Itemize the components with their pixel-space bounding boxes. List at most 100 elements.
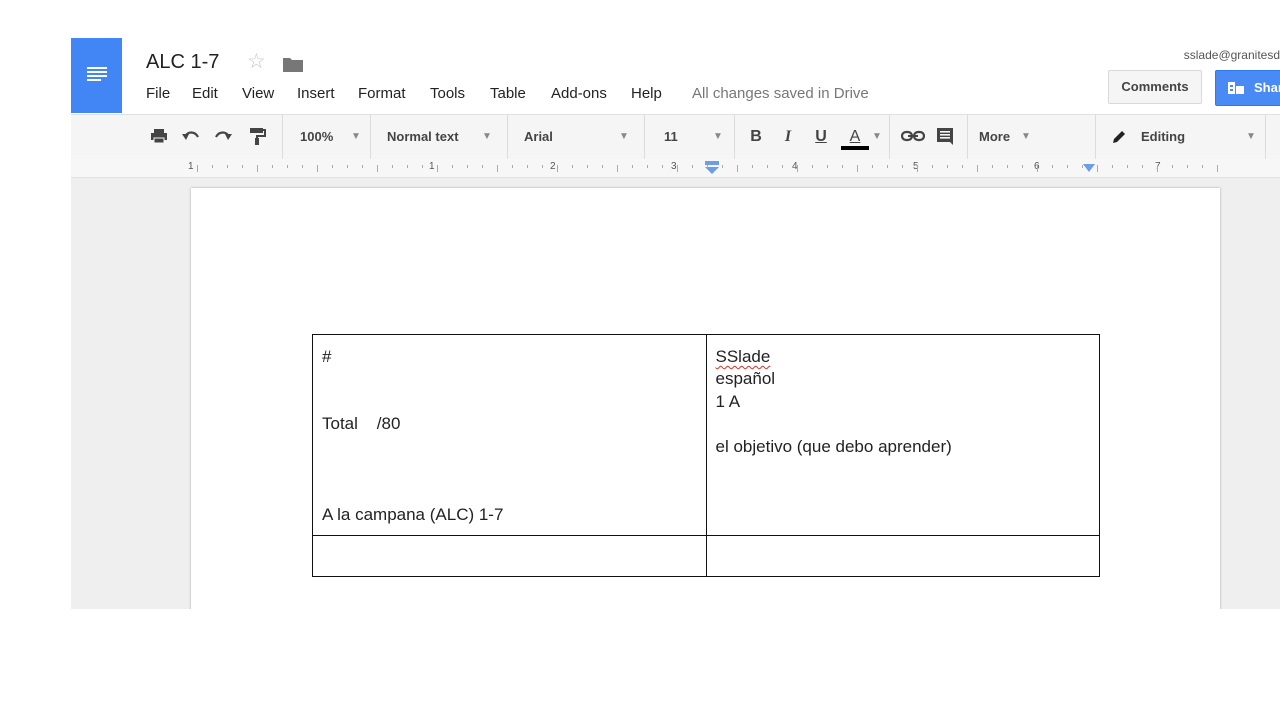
save-status[interactable]: All changes saved in Drive bbox=[692, 85, 869, 102]
ruler-tick bbox=[572, 165, 573, 168]
font-size-value: 11 bbox=[664, 129, 678, 144]
style-select[interactable]: Normal text ▼ bbox=[387, 115, 497, 159]
paint-format-icon[interactable] bbox=[247, 125, 267, 147]
chevron-down-icon: ▼ bbox=[1246, 131, 1256, 142]
text-color-label: A bbox=[849, 128, 861, 145]
table-cell-right[interactable]: SSlade español 1 A el objetivo (que debo… bbox=[705, 334, 1100, 536]
ruler-tick bbox=[617, 165, 618, 172]
ruler-tick bbox=[392, 165, 393, 168]
ruler-tick bbox=[857, 165, 858, 172]
table-cell-empty[interactable] bbox=[705, 534, 1100, 578]
italic-button[interactable]: I bbox=[777, 115, 799, 159]
ruler-tick bbox=[1142, 165, 1143, 168]
ruler-tick bbox=[842, 165, 843, 168]
menu-file[interactable]: File bbox=[146, 85, 170, 102]
more-label: More bbox=[979, 129, 1011, 144]
ruler-tick bbox=[662, 165, 663, 168]
ruler-tick bbox=[197, 165, 198, 172]
ruler-tick bbox=[1172, 165, 1173, 168]
link-icon[interactable] bbox=[901, 125, 925, 147]
redo-icon[interactable] bbox=[213, 125, 233, 147]
font-size-select[interactable]: 11 ▼ bbox=[664, 115, 724, 159]
chevron-down-icon: ▼ bbox=[619, 131, 629, 142]
print-icon[interactable] bbox=[149, 125, 169, 147]
ruler-tick bbox=[287, 165, 288, 168]
table-cell-left[interactable]: # Total /80 A la campana (ALC) 1-7 bbox=[312, 334, 707, 536]
ruler-tick bbox=[872, 165, 873, 168]
ruler-tick bbox=[1127, 165, 1128, 168]
ruler-tick bbox=[1067, 165, 1068, 168]
ruler-tick bbox=[767, 165, 768, 168]
share-button[interactable]: Share bbox=[1215, 70, 1280, 106]
menu-tools[interactable]: Tools bbox=[430, 85, 465, 102]
ruler-tick bbox=[737, 165, 738, 172]
text-color-button[interactable]: A bbox=[841, 115, 869, 159]
cell-number-sign: # bbox=[322, 347, 332, 366]
comment-icon[interactable] bbox=[935, 125, 955, 147]
docs-logo-icon[interactable] bbox=[71, 38, 122, 113]
ruler-tick bbox=[1157, 165, 1158, 172]
style-value: Normal text bbox=[387, 129, 459, 144]
ruler-tick bbox=[797, 165, 798, 172]
menu-edit[interactable]: Edit bbox=[192, 85, 218, 102]
font-select[interactable]: Arial ▼ bbox=[524, 115, 634, 159]
ruler-tick bbox=[242, 165, 243, 168]
menu-help[interactable]: Help bbox=[631, 85, 662, 102]
editing-mode-select[interactable]: Editing ▼ bbox=[1111, 115, 1266, 159]
ruler-tick bbox=[557, 165, 558, 172]
ruler-tick bbox=[677, 165, 678, 172]
folder-icon[interactable] bbox=[283, 56, 303, 72]
docs-app: ALC 1-7 ☆ File Edit View Insert Format T… bbox=[71, 38, 1280, 609]
ruler-tick bbox=[542, 165, 543, 168]
ruler-tick bbox=[527, 165, 528, 168]
ruler-tick bbox=[497, 165, 498, 172]
menu-addons[interactable]: Add-ons bbox=[551, 85, 607, 102]
more-button[interactable]: More ▼ bbox=[979, 115, 1049, 159]
star-icon[interactable]: ☆ bbox=[247, 50, 266, 74]
ruler-number: 3 bbox=[671, 161, 677, 172]
ruler-tick bbox=[782, 165, 783, 168]
menu-table[interactable]: Table bbox=[490, 85, 526, 102]
ruler-tick bbox=[947, 165, 948, 168]
menu-view[interactable]: View bbox=[242, 85, 274, 102]
ruler-tick bbox=[692, 165, 693, 168]
font-value: Arial bbox=[524, 129, 553, 144]
ruler-tick bbox=[752, 165, 753, 168]
toolbar: 100% ▼ Normal text ▼ Arial ▼ 11 ▼ B I U … bbox=[71, 114, 1280, 160]
ruler-tick bbox=[1022, 165, 1023, 168]
document-title[interactable]: ALC 1-7 bbox=[146, 51, 219, 74]
chevron-down-icon: ▼ bbox=[1021, 131, 1031, 142]
indent-marker-icon[interactable] bbox=[705, 161, 719, 175]
cell-objective: el objetivo (que debo aprender) bbox=[715, 437, 952, 456]
ruler-tick bbox=[272, 165, 273, 168]
chevron-down-icon[interactable]: ▼ bbox=[872, 115, 882, 159]
document-table[interactable]: # Total /80 A la campana (ALC) 1-7 SSlad… bbox=[312, 334, 1100, 578]
editing-label: Editing bbox=[1141, 129, 1186, 144]
ruler-tick bbox=[1097, 165, 1098, 172]
ruler-tick bbox=[227, 165, 228, 168]
ruler-tick bbox=[887, 165, 888, 168]
ruler-tick bbox=[212, 165, 213, 168]
ruler-tick bbox=[332, 165, 333, 168]
right-indent-marker-icon[interactable] bbox=[1083, 164, 1095, 174]
menu-format[interactable]: Format bbox=[358, 85, 406, 102]
ruler-tick bbox=[1052, 165, 1053, 168]
menu-insert[interactable]: Insert bbox=[297, 85, 335, 102]
ruler-tick bbox=[812, 165, 813, 168]
table-cell-empty[interactable] bbox=[312, 534, 707, 578]
zoom-select[interactable]: 100% ▼ bbox=[300, 115, 361, 159]
user-email[interactable]: sslade@granitesd bbox=[1184, 48, 1280, 62]
undo-icon[interactable] bbox=[181, 125, 201, 147]
cell-subject: español bbox=[715, 369, 776, 388]
ruler-tick bbox=[992, 165, 993, 168]
ruler-tick bbox=[977, 165, 978, 172]
bold-button[interactable]: B bbox=[745, 115, 767, 159]
zoom-value: 100% bbox=[300, 129, 334, 144]
underline-button[interactable]: U bbox=[810, 115, 832, 159]
document-page[interactable]: # Total /80 A la campana (ALC) 1-7 SSlad… bbox=[191, 188, 1220, 609]
ruler[interactable]: 1 1 2 3 4 5 6 7 bbox=[71, 159, 1280, 178]
comments-button[interactable]: Comments bbox=[1108, 70, 1202, 104]
ruler-tick bbox=[932, 165, 933, 168]
ruler-tick bbox=[1202, 165, 1203, 168]
ruler-tick bbox=[512, 165, 513, 168]
